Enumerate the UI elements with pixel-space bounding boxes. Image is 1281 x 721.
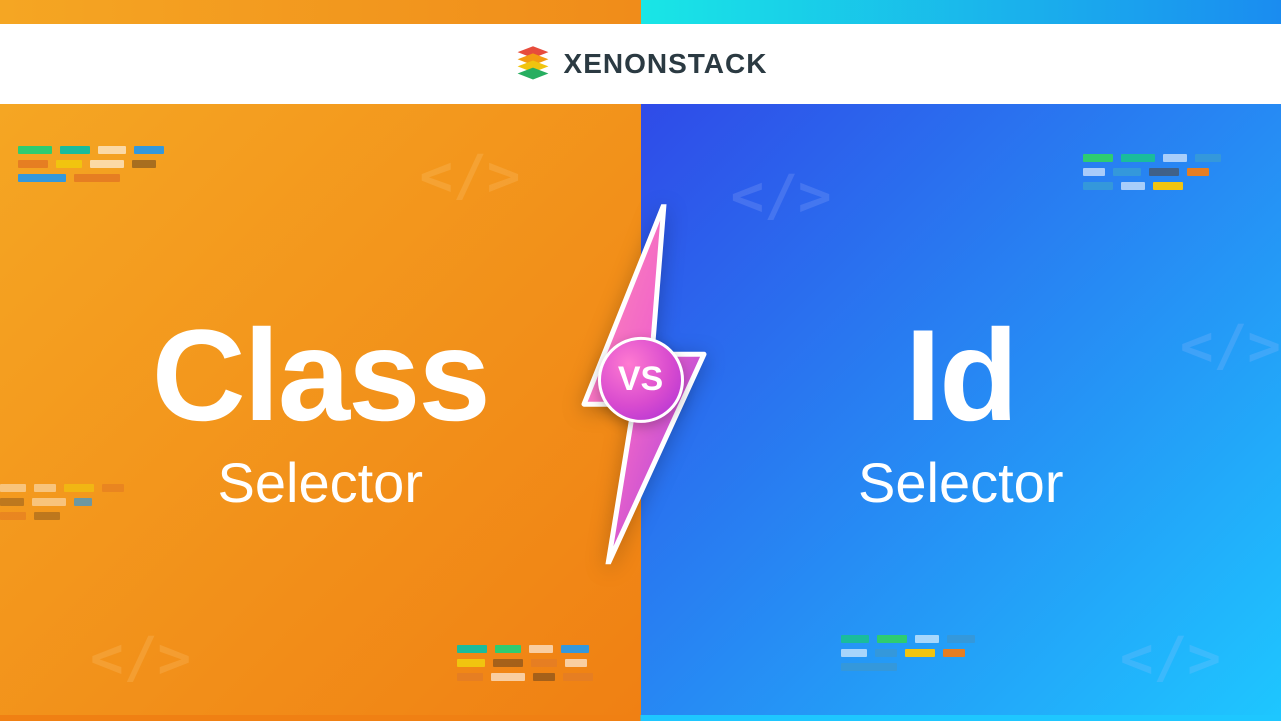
left-subtitle: Selector	[218, 450, 423, 515]
right-subtitle: Selector	[858, 450, 1063, 515]
code-tag-icon: </>	[731, 164, 832, 229]
bottom-strip	[0, 715, 1281, 721]
brand-name: XENONSTACK	[564, 48, 768, 80]
code-fragment-decor	[0, 484, 124, 520]
brand-bar: XENONSTACK	[0, 24, 1281, 104]
code-tag-icon: </>	[419, 144, 520, 209]
vs-divider: VS	[556, 204, 726, 564]
right-title: Id	[905, 310, 1017, 440]
vs-label: VS	[618, 360, 663, 399]
code-fragment-decor	[18, 146, 164, 182]
comparison-main: </> </> Class Selector </> </> </>	[0, 104, 1281, 721]
code-fragment-decor	[457, 645, 593, 681]
right-panel: </> </> </> Id Selector	[641, 104, 1281, 721]
code-fragment-decor	[841, 635, 975, 671]
code-tag-icon: </>	[1180, 314, 1281, 379]
top-strip-left	[0, 0, 641, 24]
code-tag-icon: </>	[1120, 626, 1221, 691]
top-strip	[0, 0, 1281, 24]
xenonstack-logo-icon	[514, 45, 552, 83]
code-fragment-decor	[1083, 154, 1221, 190]
top-strip-right	[641, 0, 1281, 24]
code-tag-icon: </>	[90, 626, 191, 691]
vs-badge: VS	[598, 336, 684, 422]
left-title: Class	[152, 310, 489, 440]
left-panel: </> </> Class Selector	[0, 104, 641, 721]
